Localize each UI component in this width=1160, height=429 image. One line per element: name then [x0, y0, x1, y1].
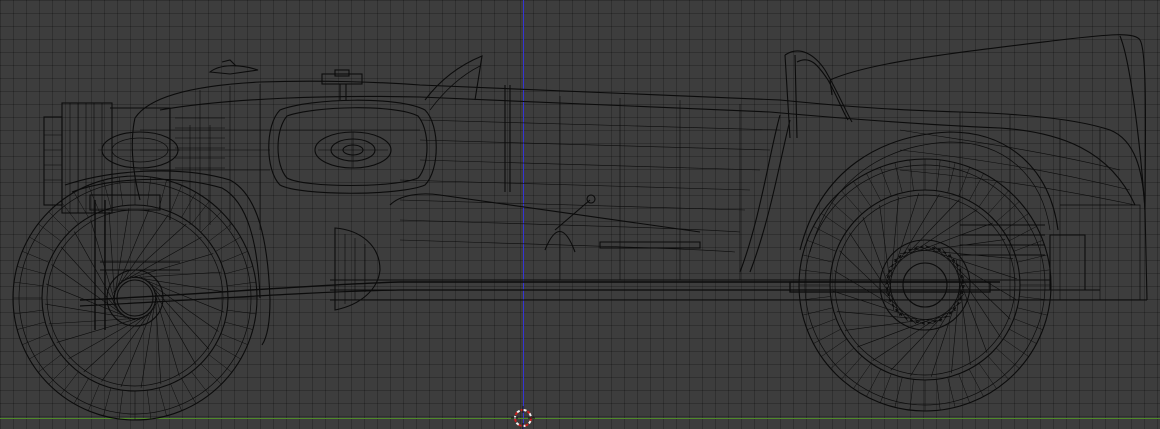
- cockpit: [389, 50, 853, 273]
- car-wireframe-model[interactable]: [0, 0, 1160, 429]
- front-fender: [64, 170, 271, 346]
- 3d-cursor-icon[interactable]: [511, 406, 535, 429]
- 3d-viewport[interactable]: [0, 0, 1160, 429]
- body-panel-lines: [140, 84, 1136, 300]
- chassis-frame: [79, 194, 1141, 330]
- spare-wheel: [268, 69, 437, 194]
- rear-fender: [799, 131, 1059, 253]
- rear-wheel: [798, 158, 1052, 412]
- car-body-outline: [131, 34, 1148, 301]
